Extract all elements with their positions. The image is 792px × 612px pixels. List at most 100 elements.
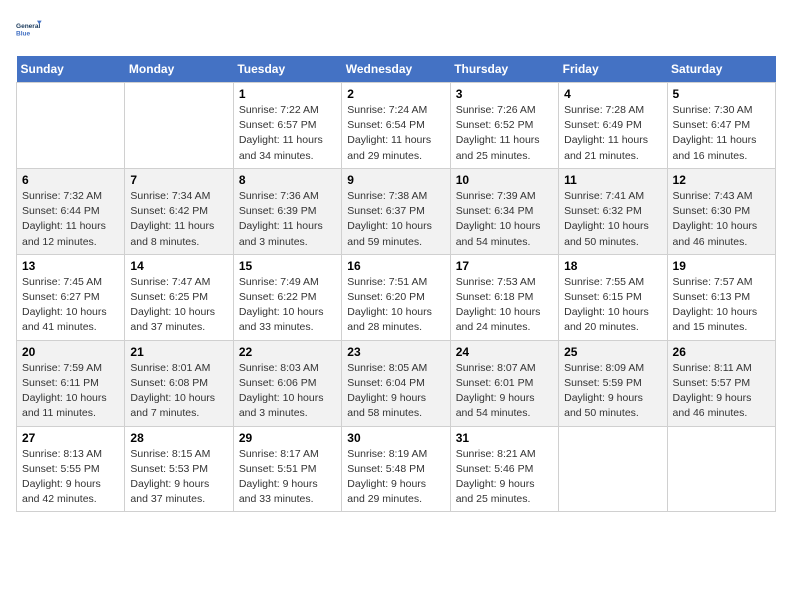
day-info: Sunrise: 7:34 AMSunset: 6:42 PMDaylight:…: [130, 189, 227, 250]
weekday-header-saturday: Saturday: [667, 56, 775, 83]
day-number: 22: [239, 345, 336, 359]
day-number: 20: [22, 345, 119, 359]
day-info: Sunrise: 7:30 AMSunset: 6:47 PMDaylight:…: [673, 103, 770, 164]
calendar-cell: 19 Sunrise: 7:57 AMSunset: 6:13 PMDayligh…: [667, 254, 775, 340]
day-info: Sunrise: 7:49 AMSunset: 6:22 PMDaylight:…: [239, 275, 336, 336]
calendar-cell: [125, 83, 233, 169]
day-number: 16: [347, 259, 444, 273]
calendar-cell: 27 Sunrise: 8:13 AMSunset: 5:55 PMDayligh…: [17, 426, 125, 512]
day-number: 25: [564, 345, 661, 359]
day-number: 23: [347, 345, 444, 359]
weekday-header-friday: Friday: [559, 56, 667, 83]
calendar-cell: 1Sunrise: 7:22 AMSunset: 6:57 PMDaylight…: [233, 83, 341, 169]
day-info: Sunrise: 7:57 AMSunset: 6:13 PMDaylight:…: [673, 275, 770, 336]
calendar-cell: 18 Sunrise: 7:55 AMSunset: 6:15 PMDayligh…: [559, 254, 667, 340]
calendar-cell: 12 Sunrise: 7:43 AMSunset: 6:30 PMDayligh…: [667, 168, 775, 254]
day-info: Sunrise: 8:07 AMSunset: 6:01 PMDaylight:…: [456, 361, 553, 422]
day-info: Sunrise: 7:59 AMSunset: 6:11 PMDaylight:…: [22, 361, 119, 422]
day-info: Sunrise: 8:21 AMSunset: 5:46 PMDaylight:…: [456, 447, 553, 508]
day-number: 28: [130, 431, 227, 445]
day-number: 2: [347, 87, 444, 101]
day-info: Sunrise: 8:17 AMSunset: 5:51 PMDaylight:…: [239, 447, 336, 508]
day-number: 14: [130, 259, 227, 273]
day-number: 31: [456, 431, 553, 445]
calendar-cell: [17, 83, 125, 169]
day-info: Sunrise: 7:43 AMSunset: 6:30 PMDaylight:…: [673, 189, 770, 250]
calendar-cell: 6 Sunrise: 7:32 AMSunset: 6:44 PMDaylight…: [17, 168, 125, 254]
day-info: Sunrise: 7:45 AMSunset: 6:27 PMDaylight:…: [22, 275, 119, 336]
calendar-cell: 11 Sunrise: 7:41 AMSunset: 6:32 PMDayligh…: [559, 168, 667, 254]
day-info: Sunrise: 7:32 AMSunset: 6:44 PMDaylight:…: [22, 189, 119, 250]
weekday-header-monday: Monday: [125, 56, 233, 83]
day-info: Sunrise: 8:11 AMSunset: 5:57 PMDaylight:…: [673, 361, 770, 422]
page-header: GeneralBlue: [16, 16, 776, 44]
day-info: Sunrise: 7:26 AMSunset: 6:52 PMDaylight:…: [456, 103, 553, 164]
calendar-cell: 20 Sunrise: 7:59 AMSunset: 6:11 PMDayligh…: [17, 340, 125, 426]
weekday-header-wednesday: Wednesday: [342, 56, 450, 83]
day-number: 8: [239, 173, 336, 187]
day-number: 30: [347, 431, 444, 445]
calendar-cell: 7 Sunrise: 7:34 AMSunset: 6:42 PMDaylight…: [125, 168, 233, 254]
day-number: 24: [456, 345, 553, 359]
day-number: 10: [456, 173, 553, 187]
day-info: Sunrise: 7:39 AMSunset: 6:34 PMDaylight:…: [456, 189, 553, 250]
weekday-header-thursday: Thursday: [450, 56, 558, 83]
day-number: 7: [130, 173, 227, 187]
day-number: 9: [347, 173, 444, 187]
calendar-cell: 15Sunrise: 7:49 AMSunset: 6:22 PMDayligh…: [233, 254, 341, 340]
calendar-cell: 23 Sunrise: 8:05 AMSunset: 6:04 PMDayligh…: [342, 340, 450, 426]
weekday-header-tuesday: Tuesday: [233, 56, 341, 83]
day-number: 18: [564, 259, 661, 273]
calendar-cell: 29Sunrise: 8:17 AMSunset: 5:51 PMDayligh…: [233, 426, 341, 512]
calendar-cell: 9 Sunrise: 7:38 AMSunset: 6:37 PMDaylight…: [342, 168, 450, 254]
calendar-cell: 17 Sunrise: 7:53 AMSunset: 6:18 PMDayligh…: [450, 254, 558, 340]
calendar-cell: 10 Sunrise: 7:39 AMSunset: 6:34 PMDayligh…: [450, 168, 558, 254]
day-info: Sunrise: 7:38 AMSunset: 6:37 PMDaylight:…: [347, 189, 444, 250]
day-number: 27: [22, 431, 119, 445]
day-info: Sunrise: 7:36 AMSunset: 6:39 PMDaylight:…: [239, 189, 336, 250]
calendar-cell: 8 Sunrise: 7:36 AMSunset: 6:39 PMDaylight…: [233, 168, 341, 254]
day-info: Sunrise: 7:55 AMSunset: 6:15 PMDaylight:…: [564, 275, 661, 336]
calendar-cell: 31 Sunrise: 8:21 AMSunset: 5:46 PMDayligh…: [450, 426, 558, 512]
day-info: Sunrise: 7:47 AMSunset: 6:25 PMDaylight:…: [130, 275, 227, 336]
svg-text:General: General: [16, 23, 40, 30]
calendar-cell: 24 Sunrise: 8:07 AMSunset: 6:01 PMDayligh…: [450, 340, 558, 426]
day-number: 26: [673, 345, 770, 359]
calendar-cell: 22 Sunrise: 8:03 AMSunset: 6:06 PMDayligh…: [233, 340, 341, 426]
logo-icon: GeneralBlue: [16, 16, 44, 44]
day-number: 17: [456, 259, 553, 273]
day-info: Sunrise: 7:51 AMSunset: 6:20 PMDaylight:…: [347, 275, 444, 336]
day-info: Sunrise: 8:05 AMSunset: 6:04 PMDaylight:…: [347, 361, 444, 422]
calendar-cell: [667, 426, 775, 512]
day-number: 6: [22, 173, 119, 187]
day-number: 13: [22, 259, 119, 273]
day-info: Sunrise: 7:53 AMSunset: 6:18 PMDaylight:…: [456, 275, 553, 336]
day-info: Sunrise: 8:13 AMSunset: 5:55 PMDaylight:…: [22, 447, 119, 508]
day-info: Sunrise: 7:24 AMSunset: 6:54 PMDaylight:…: [347, 103, 444, 164]
logo: GeneralBlue: [16, 16, 44, 44]
day-info: Sunrise: 8:19 AMSunset: 5:48 PMDaylight:…: [347, 447, 444, 508]
calendar-cell: 28 Sunrise: 8:15 AMSunset: 5:53 PMDayligh…: [125, 426, 233, 512]
day-number: 11: [564, 173, 661, 187]
day-info: Sunrise: 7:22 AMSunset: 6:57 PMDaylight:…: [239, 103, 336, 164]
calendar-cell: 30 Sunrise: 8:19 AMSunset: 5:48 PMDayligh…: [342, 426, 450, 512]
day-number: 4: [564, 87, 661, 101]
day-number: 12: [673, 173, 770, 187]
calendar-table: SundayMondayTuesdayWednesdayThursdayFrid…: [16, 56, 776, 512]
day-info: Sunrise: 7:28 AMSunset: 6:49 PMDaylight:…: [564, 103, 661, 164]
day-number: 5: [673, 87, 770, 101]
calendar-cell: 3Sunrise: 7:26 AMSunset: 6:52 PMDaylight…: [450, 83, 558, 169]
weekday-header-sunday: Sunday: [17, 56, 125, 83]
day-info: Sunrise: 7:41 AMSunset: 6:32 PMDaylight:…: [564, 189, 661, 250]
calendar-cell: [559, 426, 667, 512]
day-number: 21: [130, 345, 227, 359]
calendar-cell: 25Sunrise: 8:09 AMSunset: 5:59 PMDayligh…: [559, 340, 667, 426]
calendar-cell: 16 Sunrise: 7:51 AMSunset: 6:20 PMDayligh…: [342, 254, 450, 340]
day-info: Sunrise: 8:15 AMSunset: 5:53 PMDaylight:…: [130, 447, 227, 508]
calendar-cell: 2 Sunrise: 7:24 AMSunset: 6:54 PMDaylight…: [342, 83, 450, 169]
svg-text:Blue: Blue: [16, 31, 30, 38]
calendar-cell: 21Sunrise: 8:01 AMSunset: 6:08 PMDayligh…: [125, 340, 233, 426]
day-number: 19: [673, 259, 770, 273]
calendar-cell: 13 Sunrise: 7:45 AMSunset: 6:27 PMDayligh…: [17, 254, 125, 340]
day-info: Sunrise: 8:03 AMSunset: 6:06 PMDaylight:…: [239, 361, 336, 422]
